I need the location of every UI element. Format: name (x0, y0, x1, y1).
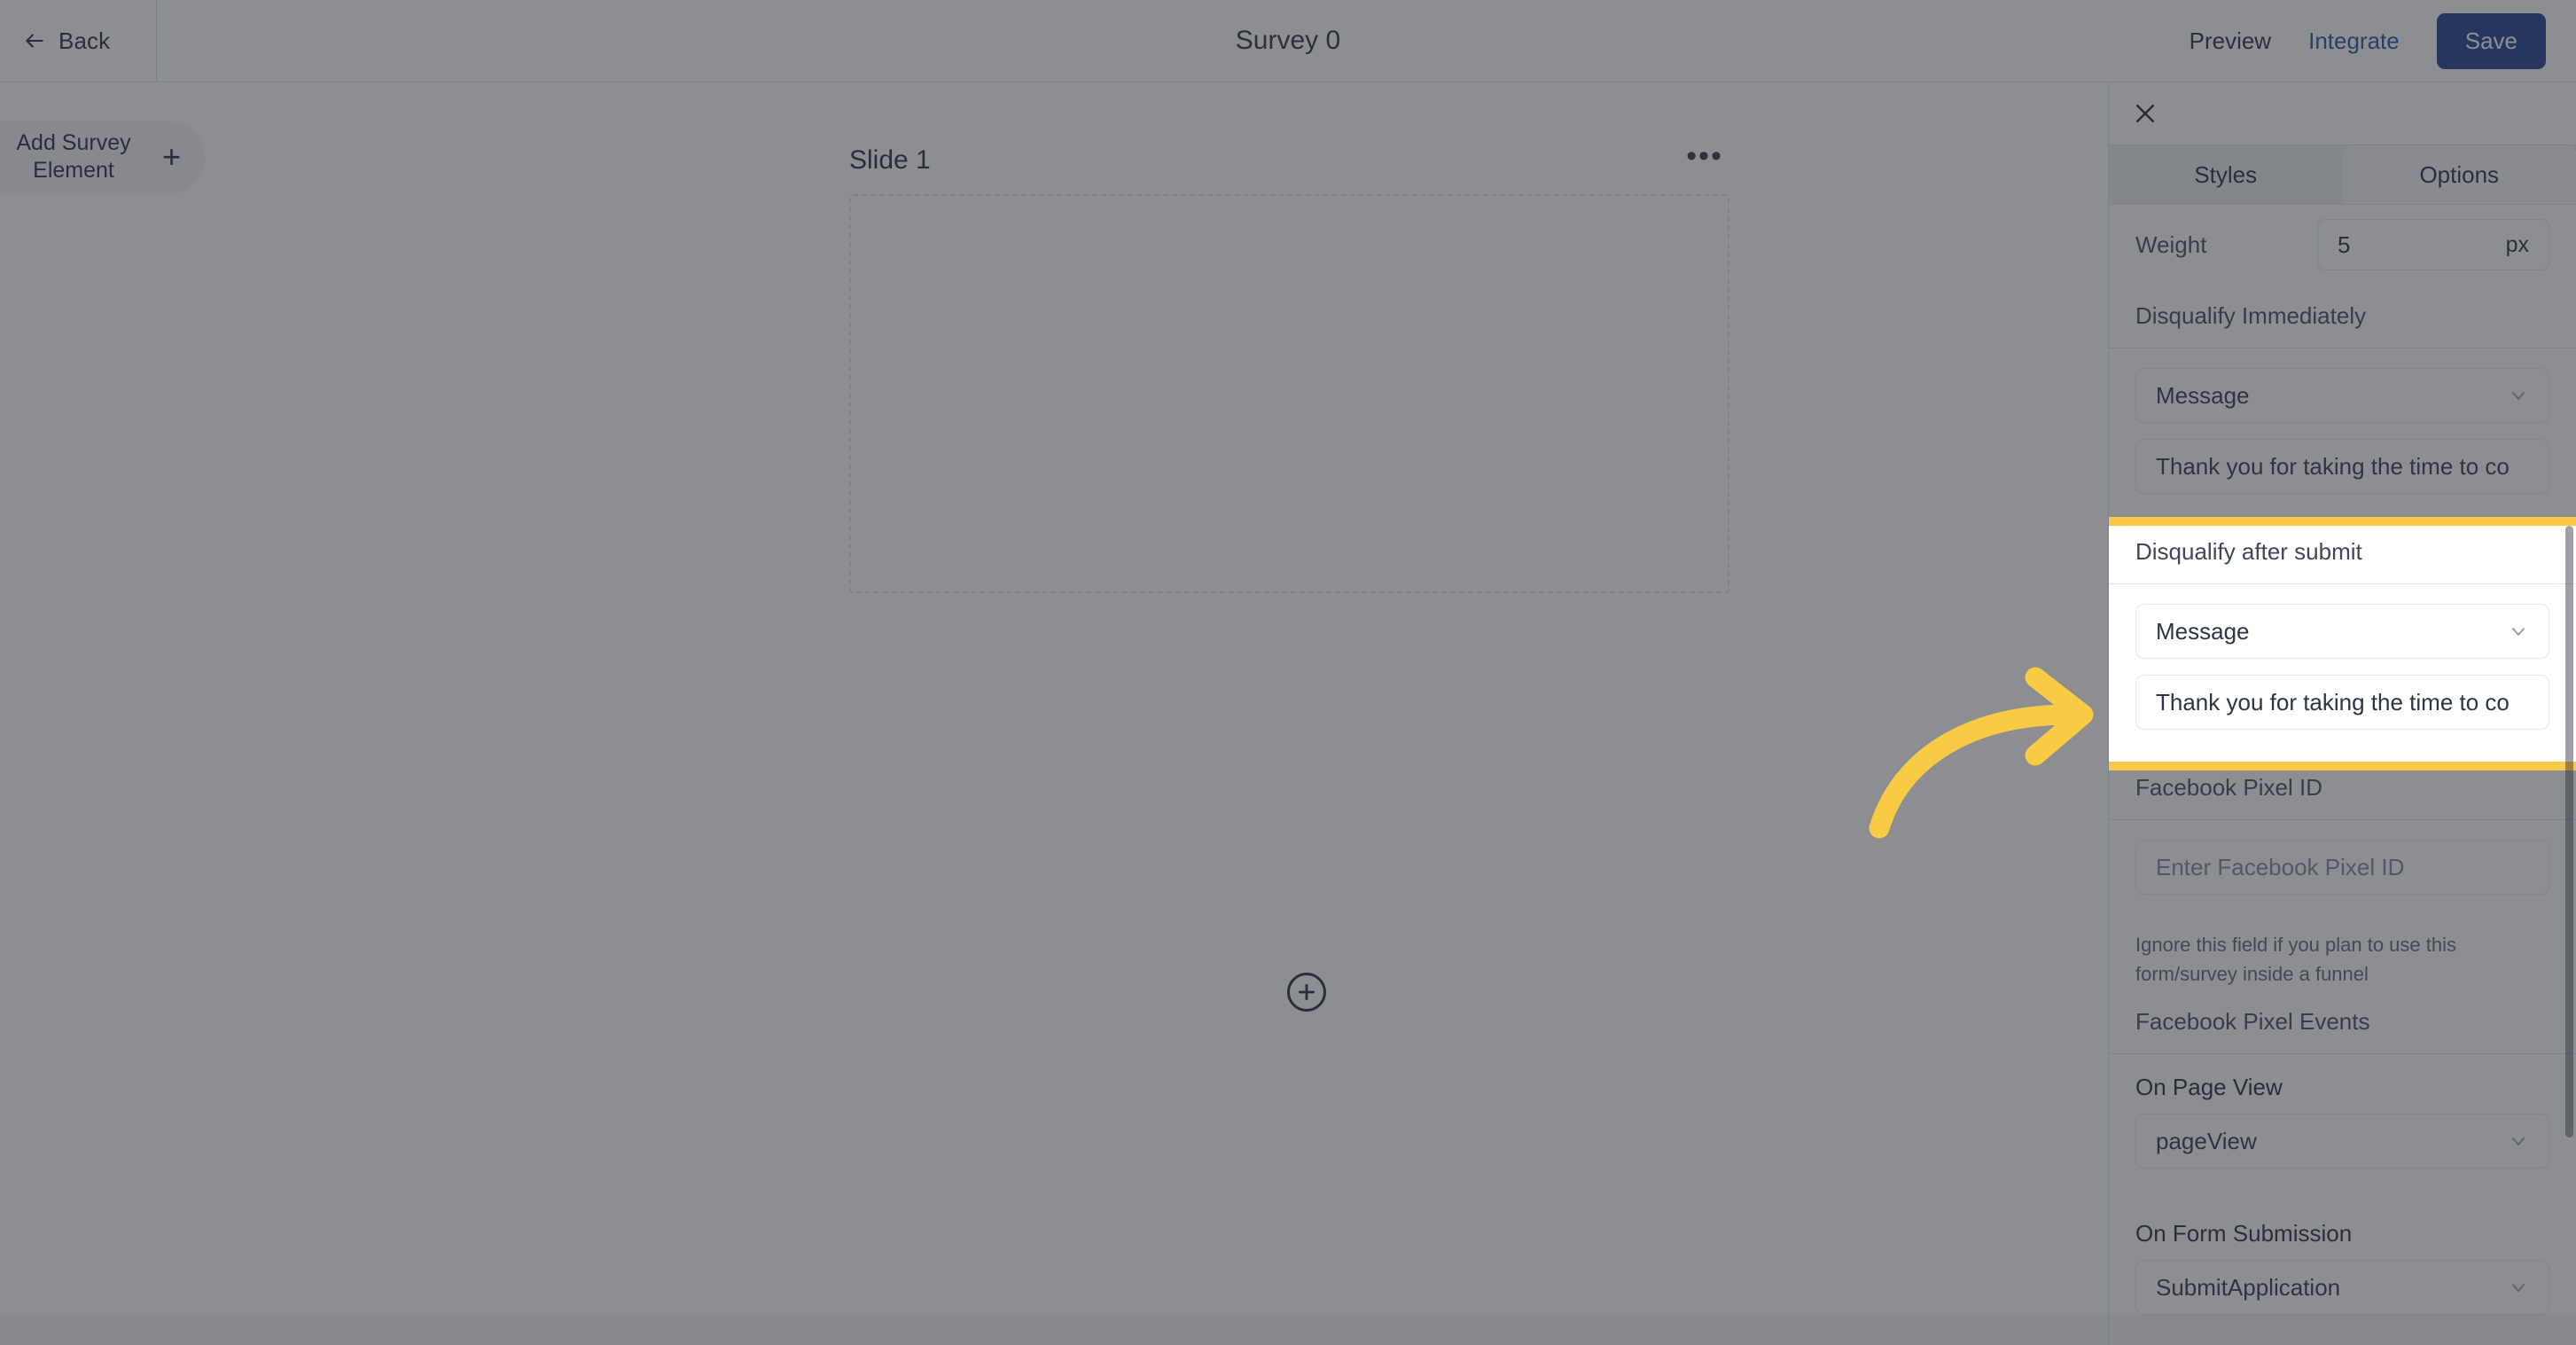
slide-options-menu-icon[interactable]: ••• (1682, 141, 1727, 178)
on-page-view-body: pageView (2109, 1114, 2576, 1200)
disqualify-after-submit-type-value: Message (2156, 617, 2250, 645)
disqualify-immediately-type-select[interactable]: Message (2135, 368, 2549, 423)
facebook-pixel-id-title: Facebook Pixel ID (2109, 762, 2576, 820)
on-form-submission-value: SubmitApplication (2156, 1273, 2341, 1301)
section-disqualify-immediately: Disqualify Immediately Message Thank you… (2109, 290, 2576, 526)
tab-styles[interactable]: Styles (2109, 145, 2343, 204)
on-form-submission-select[interactable]: SubmitApplication (2135, 1260, 2549, 1315)
panel-scroll-area[interactable]: Weight 5 px Disqualify Immediately Messa… (2109, 205, 2576, 1345)
section-disqualify-after-submit: Disqualify after submit Message Thank yo… (2109, 526, 2576, 762)
facebook-pixel-id-helper: Ignore this field if you plan to use thi… (2135, 934, 2456, 985)
section-facebook-pixel-id: Facebook Pixel ID Enter Facebook Pixel I… (2109, 762, 2576, 996)
disqualify-after-submit-title: Disqualify after submit (2109, 526, 2576, 584)
on-page-view-select[interactable]: pageView (2135, 1114, 2549, 1169)
plus-circle-icon (1299, 984, 1315, 1000)
chevron-down-icon (2512, 628, 2525, 636)
top-bar-actions: Preview Integrate Save (2190, 12, 2546, 69)
disqualify-after-submit-message-value: Thank you for taking the time to co (2156, 688, 2510, 716)
disqualify-after-submit-body: Message Thank you for taking the time to… (2109, 584, 2576, 762)
survey-builder-app: Back Survey 0 Preview Integrate Save Add… (0, 0, 2576, 1345)
on-form-submission-label: On Form Submission (2135, 1220, 2353, 1247)
canvas-region: Slide 1 ••• (222, 82, 2108, 1345)
integrate-button[interactable]: Integrate (2308, 27, 2400, 55)
disqualify-immediately-body: Message Thank you for taking the time to… (2109, 348, 2576, 526)
panel-tabs: Styles Options (2109, 145, 2576, 205)
disqualify-after-submit-message-input[interactable]: Thank you for taking the time to co (2135, 675, 2549, 730)
add-survey-element-button[interactable]: Add Survey Element + (0, 121, 204, 192)
chevron-down-icon (2512, 392, 2525, 400)
section-facebook-pixel-events: Facebook Pixel Events On Page View pageV… (2109, 996, 2576, 1345)
chevron-down-icon (2512, 1138, 2525, 1146)
weight-unit: px (2505, 231, 2529, 257)
add-slide-button[interactable] (1287, 973, 1326, 1012)
slide-header: Slide 1 ••• (849, 141, 1727, 178)
settings-panel: Styles Options Weight 5 px Disqualify Im… (2108, 82, 2576, 1345)
disqualify-immediately-type-value: Message (2156, 381, 2250, 409)
weight-row: Weight 5 px (2109, 205, 2576, 290)
preview-button[interactable]: Preview (2190, 27, 2271, 55)
panel-scrollbar[interactable] (2565, 526, 2573, 1138)
plus-icon: + (161, 138, 181, 175)
facebook-pixel-id-placeholder: Enter Facebook Pixel ID (2156, 853, 2405, 880)
slide-canvas-dropzone[interactable] (849, 194, 1729, 593)
weight-value: 5 (2338, 231, 2351, 258)
slide-title: Slide 1 (849, 145, 931, 175)
facebook-pixel-events-title: Facebook Pixel Events (2109, 996, 2576, 1054)
facebook-pixel-id-input[interactable]: Enter Facebook Pixel ID (2135, 840, 2549, 895)
on-page-view-value: pageView (2156, 1127, 2257, 1154)
on-page-view-label: On Page View (2135, 1074, 2283, 1100)
add-survey-element-label: Add Survey Element (16, 129, 131, 183)
tab-options[interactable]: Options (2342, 145, 2576, 204)
on-form-submission-body: SubmitApplication (2109, 1260, 2576, 1345)
disqualify-immediately-title: Disqualify Immediately (2109, 290, 2576, 348)
save-button[interactable]: Save (2436, 12, 2546, 69)
disqualify-after-submit-type-select[interactable]: Message (2135, 604, 2549, 659)
left-rail: Add Survey Element + (0, 82, 222, 1345)
disqualify-immediately-message-value: Thank you for taking the time to co (2156, 452, 2510, 480)
weight-input[interactable]: 5 px (2317, 219, 2549, 270)
close-icon[interactable] (2132, 100, 2158, 127)
chevron-down-icon (2512, 1284, 2525, 1292)
disqualify-immediately-message-input[interactable]: Thank you for taking the time to co (2135, 439, 2549, 494)
back-button[interactable]: Back (0, 0, 157, 82)
top-bar: Back Survey 0 Preview Integrate Save (0, 0, 2576, 82)
facebook-pixel-id-body: Enter Facebook Pixel ID (2109, 820, 2576, 927)
back-arrow-icon (26, 34, 43, 48)
weight-label: Weight (2135, 231, 2207, 258)
back-label: Back (59, 27, 111, 54)
panel-close-bar (2109, 82, 2576, 145)
